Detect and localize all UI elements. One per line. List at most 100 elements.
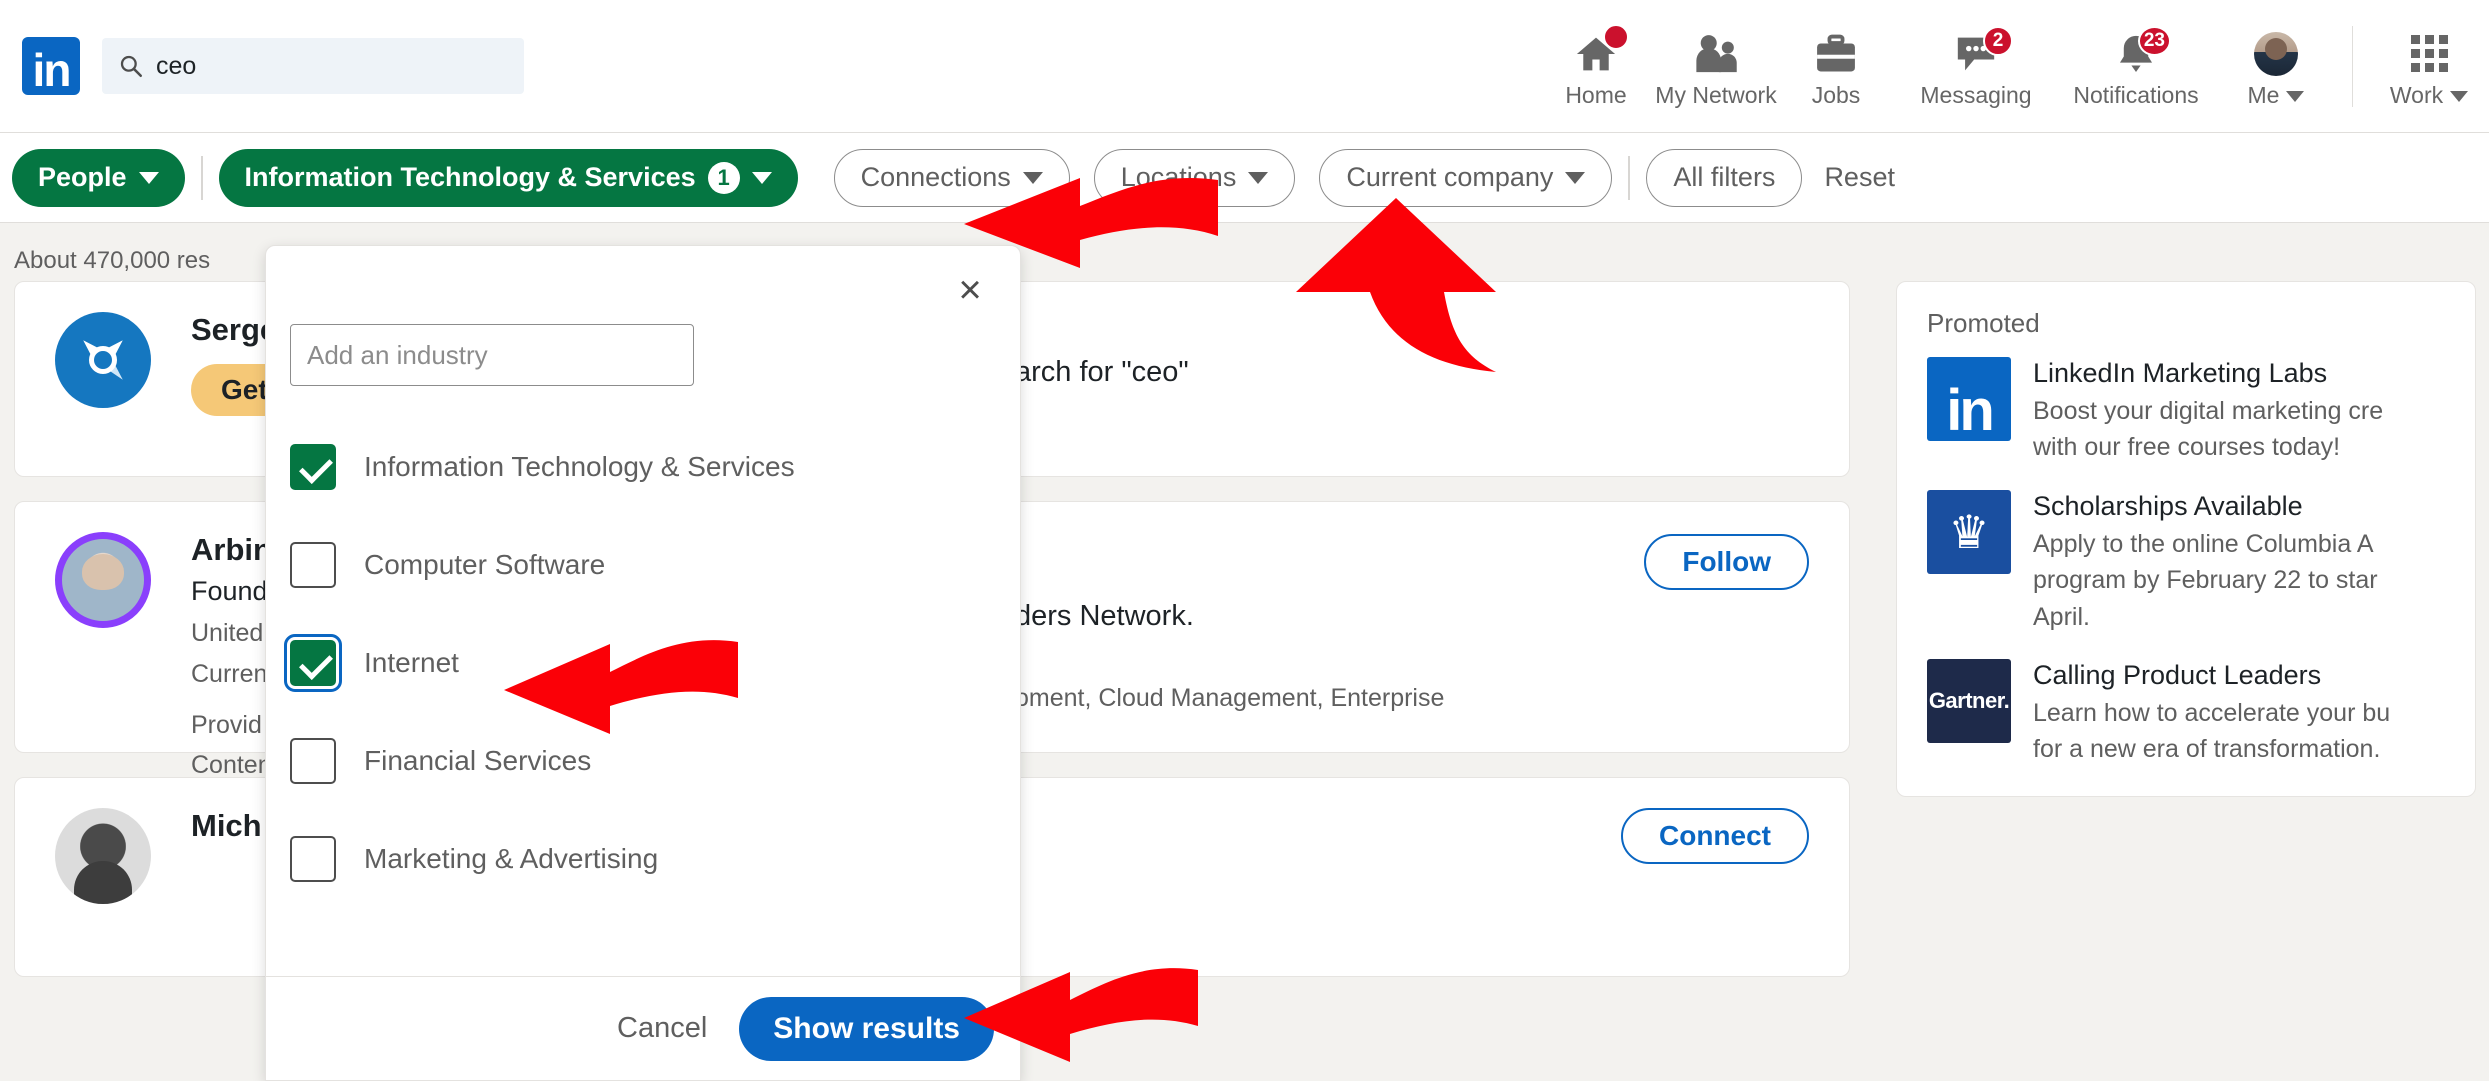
nav-item-jobs[interactable]: Jobs: [1776, 0, 1896, 133]
promoted-card: Promoted in LinkedIn Marketing Labs Boos…: [1896, 281, 2476, 797]
filter-people[interactable]: People: [12, 148, 185, 207]
result-summary-line-2: oment, Cloud Management, Enterprise: [1015, 684, 1445, 712]
promoted-line-1: Boost your digital marketing cre: [2033, 396, 2384, 425]
industry-option-label: Internet: [364, 647, 459, 678]
chevron-down-icon: [138, 171, 159, 184]
nav-label-work: Work: [2389, 81, 2469, 109]
promoted-line-2: for a new era of transformation.: [2033, 735, 2381, 764]
avatar: [55, 808, 151, 904]
checkbox-checked-icon[interactable]: [284, 634, 342, 692]
nav-left-group: in ceo: [0, 37, 524, 95]
industry-option-internet[interactable]: Internet: [284, 614, 990, 712]
industry-option-label: Information Technology & Services: [364, 451, 795, 482]
filter-connections[interactable]: Connections: [833, 148, 1070, 207]
industry-option-label: Marketing & Advertising: [364, 843, 659, 874]
filter-current-company-label: Current company: [1346, 162, 1554, 192]
dropdown-footer: Cancel Show results: [266, 976, 1020, 1080]
add-industry-input[interactable]: [290, 324, 694, 386]
nav-item-messaging[interactable]: 2 Messaging: [1896, 0, 2056, 133]
nav-label-my-network: My Network: [1655, 81, 1777, 108]
promoted-line-2: with our free courses today!: [2033, 433, 2341, 462]
grid-icon: [2410, 35, 2448, 72]
nav-label-work-text: Work: [2389, 81, 2444, 108]
industry-option-financial-services[interactable]: Financial Services: [290, 712, 990, 810]
filter-current-company[interactable]: Current company: [1319, 148, 1613, 207]
promoted-item[interactable]: ♛ Scholarships Available Apply to the on…: [1927, 489, 2445, 633]
chevron-down-icon: [2450, 90, 2469, 102]
chevron-down-icon: [2286, 90, 2305, 102]
all-filters-label: All filters: [1673, 162, 1776, 192]
promoted-line-1: Learn how to accelerate your bu: [2033, 698, 2391, 727]
promoted-heading: LinkedIn Marketing Labs: [2033, 358, 2328, 388]
search-icon: [120, 55, 142, 77]
follow-button[interactable]: Follow: [1644, 534, 1809, 590]
filter-industry-label: Information Technology & Services: [244, 162, 696, 192]
gartner-logo-icon: Gartner.: [1927, 659, 2011, 743]
chevron-down-icon: [751, 171, 772, 184]
promoted-title: Promoted: [1927, 308, 2040, 338]
avatar: [2254, 31, 2298, 76]
promoted-item[interactable]: Gartner. Calling Product Leaders Learn h…: [1927, 659, 2445, 766]
checkbox-unchecked-icon[interactable]: [290, 542, 336, 588]
nav-item-work[interactable]: Work: [2369, 0, 2489, 133]
search-input[interactable]: ceo: [102, 38, 524, 94]
filter-locations[interactable]: Locations: [1093, 148, 1296, 207]
avatar: [55, 532, 151, 628]
filter-locations-label: Locations: [1120, 162, 1237, 192]
promoted-heading: Scholarships Available: [2033, 490, 2303, 521]
linkedin-logo-icon: in: [1927, 357, 2011, 441]
result-summary-line-1: ders Network.: [1015, 600, 1194, 632]
notifications-badge: 23: [2137, 25, 2171, 56]
nav-label-me-text: Me: [2247, 81, 2280, 108]
industry-option-computer-software[interactable]: Computer Software: [290, 516, 990, 614]
nav-item-home[interactable]: Home: [1536, 0, 1656, 133]
reset-button[interactable]: Reset: [1824, 162, 1895, 193]
filter-industry[interactable]: Information Technology & Services 1: [218, 148, 798, 207]
industry-filter-dropdown: × Information Technology & Services Comp…: [265, 245, 1021, 1081]
nav-label-me: Me: [2248, 82, 2305, 109]
close-icon[interactable]: ×: [948, 268, 992, 312]
chevron-down-icon: [1565, 171, 1586, 184]
nav-item-my-network[interactable]: My Network: [1655, 0, 1777, 133]
industry-option-label: Financial Services: [364, 745, 592, 776]
top-navigation-bar: in ceo Home My Network Jobs 2 Messaging …: [0, 0, 2489, 133]
filter-connections-label: Connections: [860, 162, 1011, 192]
filter-divider-2: [1628, 155, 1631, 200]
messaging-badge: 2: [1983, 25, 2013, 56]
linkedin-search-page: in ceo Home My Network Jobs 2 Messaging …: [0, 0, 2489, 1081]
nav-label-messaging: Messaging: [1920, 81, 2032, 108]
compass-icon: [55, 312, 151, 408]
nav-label-home: Home: [1565, 81, 1627, 108]
show-results-button[interactable]: Show results: [739, 996, 994, 1061]
industry-option-list: Information Technology & Services Comput…: [284, 418, 990, 908]
filter-divider: [200, 155, 203, 200]
result-search-for-text: arch for "ceo": [1015, 356, 1189, 388]
promoted-item[interactable]: in LinkedIn Marketing Labs Boost your di…: [1927, 357, 2445, 464]
cancel-button[interactable]: Cancel: [617, 1012, 707, 1045]
nav-item-me[interactable]: Me: [2216, 0, 2336, 133]
chevron-down-icon: [1022, 171, 1043, 184]
nav-right-group: Home My Network Jobs 2 Messaging 23 Noti…: [1536, 0, 2489, 133]
checkbox-checked-icon[interactable]: [290, 444, 336, 490]
people-icon: [1696, 34, 1737, 72]
briefcase-icon: [1817, 34, 1855, 71]
nav-item-notifications[interactable]: 23 Notifications: [2056, 0, 2216, 133]
nav-divider: [2352, 25, 2353, 107]
home-badge: [1603, 23, 1629, 50]
promoted-line-1: Apply to the online Columbia A: [2033, 529, 2374, 558]
promoted-line-2: program by February 22 to star: [2033, 566, 2378, 594]
industry-option-information-technology-services[interactable]: Information Technology & Services: [290, 418, 990, 516]
promoted-line-3: April.: [2033, 602, 2090, 631]
filter-industry-count: 1: [707, 161, 740, 194]
linkedin-logo-icon[interactable]: in: [22, 37, 80, 95]
connect-button[interactable]: Connect: [1621, 808, 1809, 864]
promoted-heading: Calling Product Leaders: [2033, 660, 2322, 690]
checkbox-unchecked-icon[interactable]: [290, 738, 336, 784]
chevron-down-icon: [1248, 171, 1269, 184]
checkbox-unchecked-icon[interactable]: [290, 836, 336, 882]
search-query-text: ceo: [156, 51, 197, 80]
industry-option-marketing-advertising[interactable]: Marketing & Advertising: [290, 810, 990, 908]
promoted-column: Promoted in LinkedIn Marketing Labs Boos…: [1896, 281, 2476, 797]
nav-label-jobs: Jobs: [1811, 81, 1861, 108]
all-filters-button[interactable]: All filters: [1646, 148, 1803, 207]
